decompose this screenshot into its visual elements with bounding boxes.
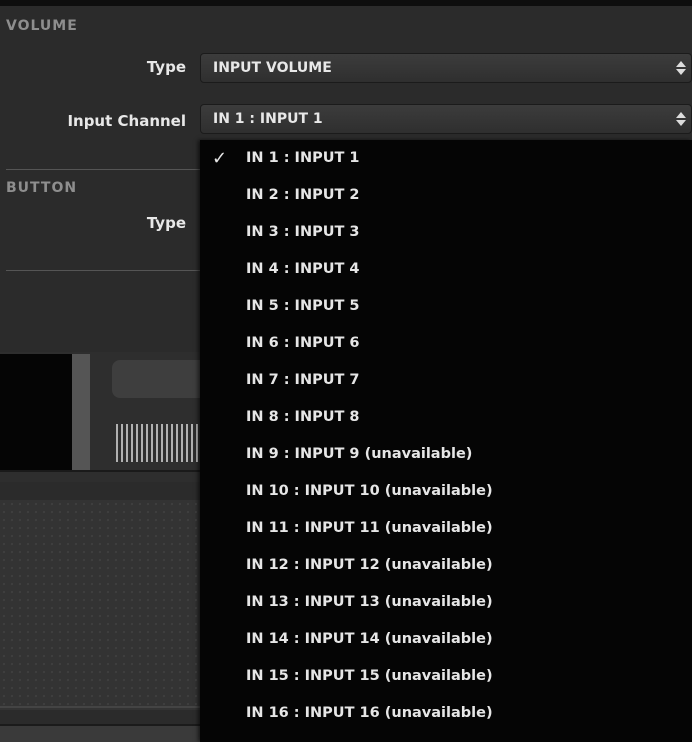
dropdown-item-in-2[interactable]: IN 2 : INPUT 2 xyxy=(200,177,692,214)
dropdown-item-in-9[interactable]: IN 9 : INPUT 9 (unavailable) xyxy=(200,436,692,473)
button-section-header: BUTTON xyxy=(6,180,78,196)
dropdown-item-in-4[interactable]: IN 4 : INPUT 4 xyxy=(200,251,692,288)
rack-grille xyxy=(116,424,200,462)
dropdown-item-in-6[interactable]: IN 6 : INPUT 6 xyxy=(200,325,692,362)
up-down-arrows-icon xyxy=(676,112,686,126)
dropdown-item-in-13[interactable]: IN 13 : INPUT 13 (unavailable) xyxy=(200,584,692,621)
input-channel-select[interactable]: IN 1 : INPUT 1 xyxy=(200,104,692,134)
dropdown-item-in-8[interactable]: IN 8 : INPUT 8 xyxy=(200,399,692,436)
section-divider xyxy=(6,169,200,170)
volume-section-header: VOLUME xyxy=(6,18,78,34)
rack-bottom-line xyxy=(0,470,200,472)
dropdown-item-in-11[interactable]: IN 11 : INPUT 11 (unavailable) xyxy=(200,510,692,547)
volume-type-value: INPUT VOLUME xyxy=(213,60,332,76)
dropdown-item-in-16[interactable]: IN 16 : INPUT 16 (unavailable) xyxy=(200,695,692,732)
dropdown-item-in-14[interactable]: IN 14 : INPUT 14 (unavailable) xyxy=(200,621,692,658)
dotted-panel xyxy=(0,500,200,710)
volume-type-select[interactable]: INPUT VOLUME xyxy=(200,53,692,83)
top-edge xyxy=(0,0,692,6)
volume-type-label: Type xyxy=(146,58,186,76)
dropdown-item-in-1[interactable]: ✓ IN 1 : INPUT 1 xyxy=(200,140,692,177)
dropdown-item-in-15[interactable]: IN 15 : INPUT 15 (unavailable) xyxy=(200,658,692,695)
button-type-label: Type xyxy=(146,214,186,232)
up-down-arrows-icon xyxy=(676,61,686,75)
rack-strip xyxy=(72,354,90,470)
checkmark-icon: ✓ xyxy=(212,148,228,169)
input-channel-label: Input Channel xyxy=(67,112,186,130)
dropdown-item-in-5[interactable]: IN 5 : INPUT 5 xyxy=(200,288,692,325)
input-channel-dropdown: ✓ IN 1 : INPUT 1 IN 2 : INPUT 2 IN 3 : I… xyxy=(200,140,692,742)
rack-button xyxy=(112,360,212,398)
dropdown-item-in-12[interactable]: IN 12 : INPUT 12 (unavailable) xyxy=(200,547,692,584)
rack-display xyxy=(0,354,72,470)
bottom-divider xyxy=(0,706,200,708)
bottom-strip xyxy=(0,726,200,742)
dropdown-item-in-10[interactable]: IN 10 : INPUT 10 (unavailable) xyxy=(200,473,692,510)
dropdown-item-in-3[interactable]: IN 3 : INPUT 3 xyxy=(200,214,692,251)
dropdown-item-in-7[interactable]: IN 7 : INPUT 7 xyxy=(200,362,692,399)
section-divider xyxy=(6,270,200,271)
input-channel-value: IN 1 : INPUT 1 xyxy=(213,111,323,127)
